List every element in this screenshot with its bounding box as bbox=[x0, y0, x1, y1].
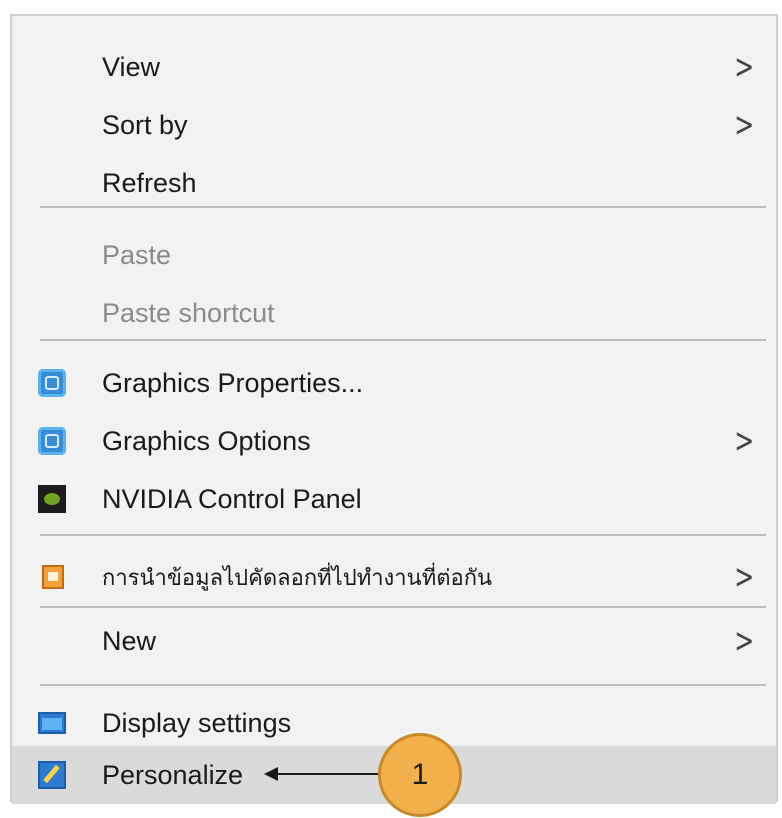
menu-separator bbox=[40, 534, 766, 536]
step-number-badge: 1 bbox=[378, 733, 462, 817]
desktop-context-menu: View > Sort by > Refresh Paste Paste sho… bbox=[10, 14, 778, 804]
menu-item-label: การนำข้อมูลไปคัดลอกที่ไปทำงานที่ต่อกัน bbox=[102, 564, 493, 590]
nvidia-icon bbox=[38, 485, 66, 513]
menu-item-label: View bbox=[102, 51, 161, 82]
menu-item-label: NVIDIA Control Panel bbox=[102, 483, 362, 514]
personalize-icon bbox=[38, 761, 66, 789]
menu-item-graphics-properties[interactable]: Graphics Properties... bbox=[12, 354, 776, 412]
chevron-right-icon: > bbox=[733, 421, 754, 461]
menu-item-label: Personalize bbox=[102, 759, 244, 790]
menu-item-label: Paste shortcut bbox=[102, 297, 275, 328]
menu-item-label: Paste bbox=[102, 239, 172, 270]
chevron-right-icon: > bbox=[733, 621, 754, 661]
menu-separator bbox=[40, 339, 766, 341]
menu-item-new[interactable]: New > bbox=[12, 612, 776, 670]
menu-separator bbox=[40, 606, 766, 608]
thai-app-icon bbox=[42, 565, 64, 589]
menu-item-view[interactable]: View > bbox=[12, 38, 776, 96]
menu-item-refresh[interactable]: Refresh bbox=[12, 154, 776, 212]
menu-item-label: Refresh bbox=[102, 167, 197, 198]
callout-arrow bbox=[274, 773, 382, 775]
menu-item-thai-app[interactable]: การนำข้อมูลไปคัดลอกที่ไปทำงานที่ต่อกัน > bbox=[12, 548, 776, 606]
chevron-right-icon: > bbox=[733, 105, 754, 145]
menu-item-paste-shortcut: Paste shortcut bbox=[12, 284, 776, 342]
menu-item-label: Graphics Options bbox=[102, 425, 311, 456]
display-icon bbox=[38, 712, 66, 734]
menu-item-graphics-options[interactable]: Graphics Options > bbox=[12, 412, 776, 470]
menu-item-label: New bbox=[102, 625, 157, 656]
menu-item-nvidia-control-panel[interactable]: NVIDIA Control Panel bbox=[12, 470, 776, 528]
menu-item-paste: Paste bbox=[12, 226, 776, 284]
chevron-right-icon: > bbox=[733, 557, 754, 597]
menu-item-label: Graphics Properties... bbox=[102, 367, 364, 398]
chevron-right-icon: > bbox=[733, 47, 754, 87]
menu-item-label: Display settings bbox=[102, 707, 292, 738]
intel-graphics-icon bbox=[38, 369, 66, 397]
menu-separator bbox=[40, 684, 766, 686]
menu-item-sort-by[interactable]: Sort by > bbox=[12, 96, 776, 154]
menu-separator bbox=[40, 206, 766, 208]
menu-item-label: Sort by bbox=[102, 109, 188, 140]
intel-graphics-icon bbox=[38, 427, 66, 455]
